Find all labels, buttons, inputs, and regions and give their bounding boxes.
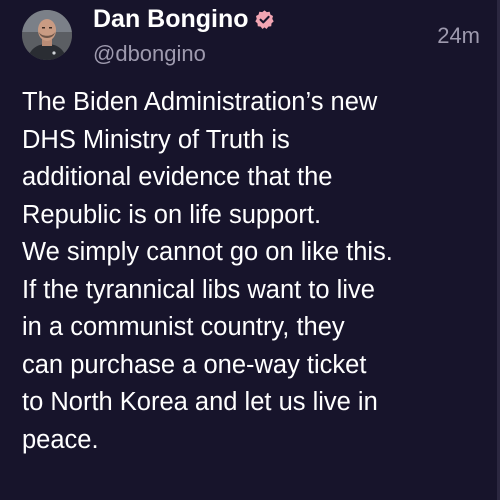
author-name-row: Dan Bongino (93, 4, 275, 34)
post-body-line: in a communist country, they (22, 313, 345, 341)
post-body-line: DHS Ministry of Truth is (22, 125, 290, 154)
post-body-line: The Biden Administration’s new (22, 88, 378, 116)
post-body-line: peace. (22, 425, 99, 454)
post-body-line: additional evidence that the (22, 163, 333, 191)
verified-badge-icon (254, 9, 275, 30)
post-body-line: to North Korea and let us live in (22, 388, 378, 416)
post-body-line: We simply cannot go on like this. (22, 238, 393, 266)
profile-photo-icon (22, 10, 72, 60)
author-display-name[interactable]: Dan Bongino (93, 4, 249, 34)
post-body: The Biden Administration’s new DHS Minis… (22, 84, 487, 459)
post-body-line: If the tyrannical libs want to live (22, 275, 375, 304)
post-timestamp[interactable]: 24m (437, 22, 480, 50)
post-body-line: can purchase a one-way ticket (22, 350, 367, 379)
post-body-line: Republic is on life support. (22, 200, 322, 229)
post-card: Dan Bongino @dbongino 24m The Biden Admi… (0, 0, 500, 500)
avatar[interactable] (22, 10, 72, 60)
author-handle[interactable]: @dbongino (93, 40, 206, 68)
